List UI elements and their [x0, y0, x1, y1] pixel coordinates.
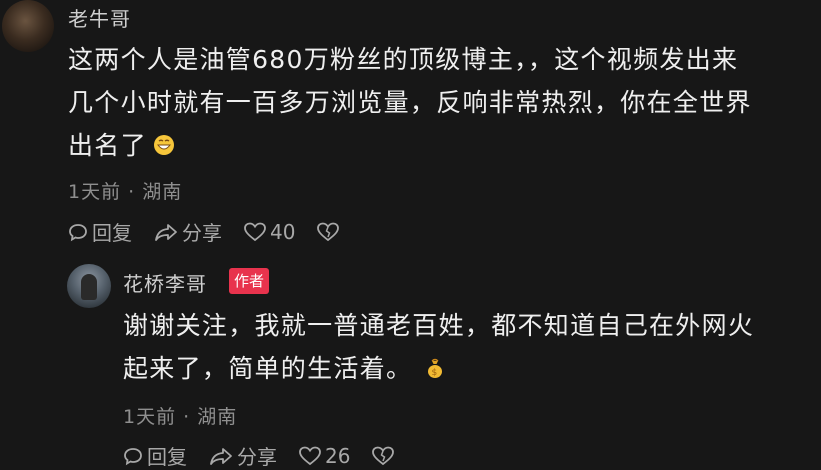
reply-icon: [124, 447, 142, 465]
comment-actions: 回复 分享 40: [68, 217, 365, 246]
reply-label: 回复: [147, 445, 187, 469]
reply-icon: [69, 223, 87, 241]
dislike-button[interactable]: [372, 446, 398, 466]
author-badge: 作者: [229, 268, 270, 294]
money-bag-emoji-icon: $: [426, 349, 444, 392]
comment-text-line: 几个小时就有一百多万浏览量，反响非常热烈，你在全世界: [68, 88, 752, 117]
like-button[interactable]: 40: [244, 220, 295, 244]
comment-meta: 1天前 · 湖南: [68, 181, 183, 203]
reply-actions: 回复 分享 26: [123, 441, 420, 470]
reply-text: 谢谢关注，我就一普通老百姓，都不知道自己在外网火 起来了，简单的生活着。 $: [123, 304, 754, 392]
comment-text-line-content: 出名了: [68, 131, 147, 160]
broken-heart-icon: [372, 446, 395, 465]
broken-heart-icon: [317, 222, 340, 241]
share-button[interactable]: 分享: [209, 441, 277, 470]
heart-icon: [299, 446, 321, 465]
svg-text:$: $: [432, 368, 439, 378]
share-label: 分享: [237, 445, 277, 469]
reply-label: 回复: [92, 221, 132, 245]
reply-button[interactable]: 回复: [68, 217, 132, 246]
grinning-face-emoji-icon: [153, 126, 175, 169]
share-icon: [210, 447, 232, 465]
share-icon: [155, 223, 177, 241]
share-label: 分享: [182, 221, 222, 245]
comment-username[interactable]: 老牛哥: [68, 3, 131, 32]
avatar[interactable]: [2, 0, 54, 52]
heart-icon: [244, 222, 266, 241]
comment-text-line-content: 起来了，简单的生活着。: [123, 354, 413, 383]
share-button[interactable]: 分享: [154, 217, 222, 246]
comment-text-line: 谢谢关注，我就一普通老百姓，都不知道自己在外网火: [123, 311, 755, 340]
comment-text: 这两个人是油管680万粉丝的顶级博主，，这个视频发出来 几个小时就有一百多万浏览…: [68, 38, 752, 169]
dislike-button[interactable]: [317, 222, 343, 242]
comment-text-line: 这两个人是油管680万粉丝的顶级博主，，这个视频发出来: [68, 45, 739, 74]
reply-meta: 1天前 · 湖南: [123, 406, 238, 428]
comment-text-line: 出名了: [68, 124, 752, 169]
reply-username[interactable]: 花桥李哥: [123, 268, 207, 297]
comment-text-line: 起来了，简单的生活着。 $: [123, 347, 754, 392]
avatar[interactable]: [67, 264, 111, 308]
reply-button[interactable]: 回复: [123, 441, 187, 470]
like-count: 40: [270, 219, 296, 244]
